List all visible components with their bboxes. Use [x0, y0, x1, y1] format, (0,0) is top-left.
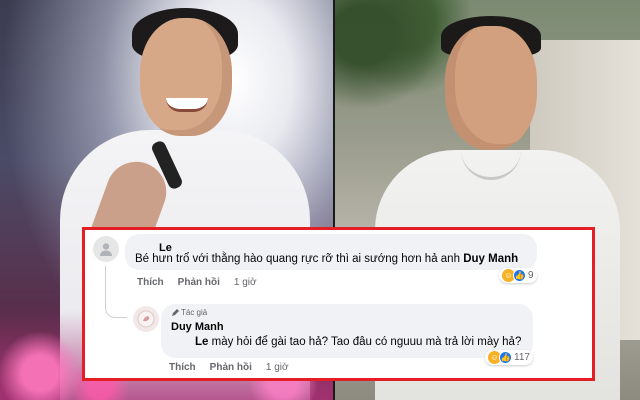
comment-bubble: Le Bé hưn trổ với thằng hào quang rực rỡ… — [125, 234, 537, 270]
like-link[interactable]: Thích — [169, 362, 196, 373]
comment-text: Bé hưn trổ với thằng hào quang rực rỡ th… — [135, 253, 518, 265]
thread-connector — [105, 266, 127, 318]
reply-bubble: Tác giả Duy Manh Le mày hỏi để gài tao h… — [161, 304, 533, 358]
reply-author[interactable]: Duy Manh — [171, 321, 224, 333]
user-icon — [100, 243, 112, 256]
timestamp[interactable]: 1 giờ — [266, 362, 289, 373]
badge-label: Tác giả — [181, 308, 208, 317]
timestamp[interactable]: 1 giờ — [234, 277, 257, 288]
like-icon: 👍 — [513, 269, 526, 282]
reply-link[interactable]: Phản hồi — [178, 277, 220, 288]
reply-link[interactable]: Phản hồi — [210, 362, 252, 373]
left-person-face — [140, 18, 232, 136]
like-link[interactable]: Thích — [137, 277, 164, 288]
reaction-summary[interactable]: ☺ 👍 117 — [485, 350, 533, 365]
reaction-summary[interactable]: ☺ 👍 9 — [499, 268, 537, 283]
comment-actions: Thích Phản hồi 1 giờ — [137, 277, 257, 288]
reply-body: mày hỏi để gài tao hả? Tao đâu có nguuu … — [211, 336, 522, 348]
reaction-count: 9 — [528, 270, 534, 281]
pencil-icon — [172, 308, 179, 316]
comment-screenshot-frame: Le Bé hưn trổ với thằng hào quang rực rỡ… — [82, 227, 595, 381]
mention-link[interactable]: Duy Manh — [463, 253, 518, 265]
like-icon: 👍 — [499, 351, 512, 364]
avatar[interactable] — [133, 306, 159, 332]
author-avatar-icon — [137, 310, 155, 328]
reaction-count: 117 — [514, 352, 530, 363]
reply-actions: Thích Phản hồi 1 giờ — [169, 362, 289, 373]
author-badge: Tác giả — [171, 308, 207, 317]
mention-link[interactable]: Le — [195, 336, 208, 348]
reply-text: Le mày hỏi để gài tao hả? Tao đâu có ngu… — [171, 336, 521, 348]
right-person-face — [445, 26, 537, 150]
avatar[interactable] — [93, 236, 119, 262]
comment-body: Bé hưn trổ với thằng hào quang rực rỡ th… — [135, 253, 460, 265]
